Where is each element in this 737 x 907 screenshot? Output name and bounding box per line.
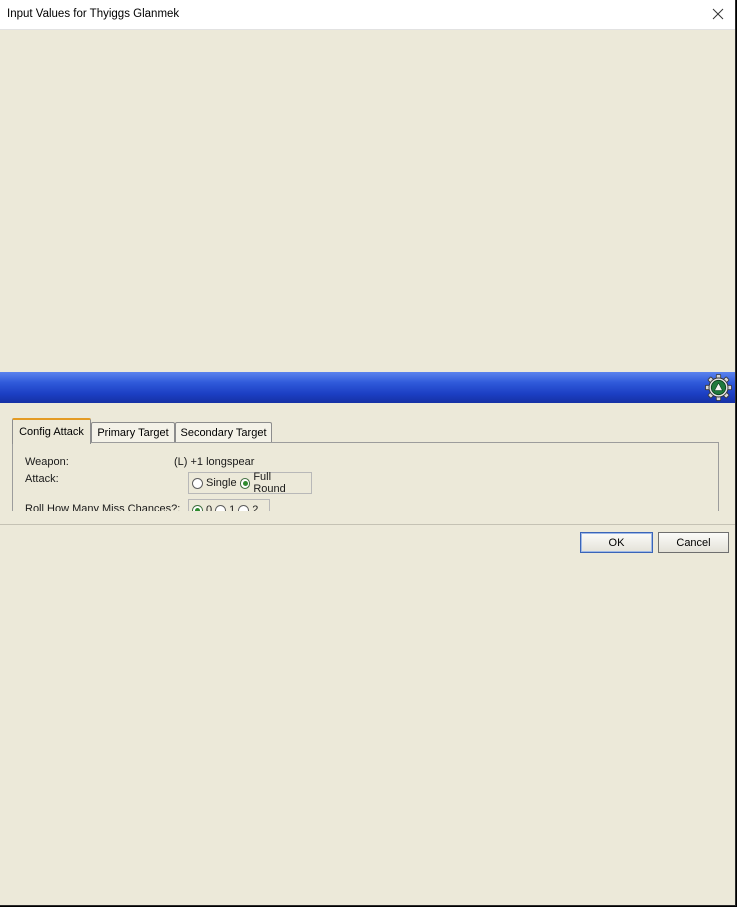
- window-title: Input Values for Thyiggs Glanmek: [7, 8, 180, 20]
- settings-button[interactable]: [705, 374, 732, 401]
- tab-secondary-target[interactable]: Secondary Target: [175, 422, 272, 443]
- tab-label: Primary Target: [97, 427, 169, 439]
- miss-chance-1-radio[interactable]: 1: [215, 504, 235, 511]
- miss-chance-0-radio[interactable]: 0: [192, 504, 212, 511]
- attack-full-round-radio[interactable]: Full Round: [239, 471, 305, 495]
- radio-label: Single: [206, 477, 237, 489]
- radio-label: Full Round: [253, 471, 286, 495]
- tab-label: Secondary Target: [180, 427, 267, 439]
- close-button[interactable]: [701, 0, 735, 29]
- radio-circle: [192, 477, 203, 489]
- tab-primary-target[interactable]: Primary Target: [91, 422, 175, 443]
- radio-circle-checked: [239, 477, 251, 489]
- title-bar: Input Values for Thyiggs Glanmek: [0, 0, 735, 30]
- radio-circle: [215, 504, 227, 511]
- radio-label: 1: [229, 504, 236, 511]
- radio-label: 0: [206, 504, 213, 511]
- tab-config-attack[interactable]: Config Attack: [12, 418, 91, 444]
- dialog-window: Input Values for Thyiggs Glanmek Config …: [0, 0, 736, 906]
- attack-radio-group: Single Full Round: [188, 471, 312, 495]
- close-icon: [712, 8, 724, 20]
- radio-label: 2: [252, 504, 259, 511]
- miss-chance-2-radio[interactable]: 2: [238, 504, 258, 511]
- radio-circle: [238, 504, 250, 511]
- cancel-button[interactable]: Cancel: [658, 532, 729, 553]
- miss-chances-label: Roll How Many Miss Chances?:: [25, 503, 181, 511]
- miss-chances-radio-group: 0 1 2: [188, 499, 270, 511]
- radio-circle-checked: [192, 504, 203, 511]
- ok-button[interactable]: OK: [580, 532, 653, 553]
- button-separator: [0, 524, 735, 525]
- header-banner: [0, 372, 735, 403]
- gear-icon: [705, 374, 732, 401]
- attack-label: Attack:: [25, 473, 59, 485]
- config-attack-panel: Weapon: (L) +1 longspear Attack: Single …: [12, 442, 719, 511]
- tab-label: Config Attack: [19, 426, 84, 438]
- attack-single-radio[interactable]: Single: [192, 477, 237, 489]
- weapon-value: (L) +1 longspear: [174, 456, 255, 468]
- weapon-label: Weapon:: [25, 456, 69, 468]
